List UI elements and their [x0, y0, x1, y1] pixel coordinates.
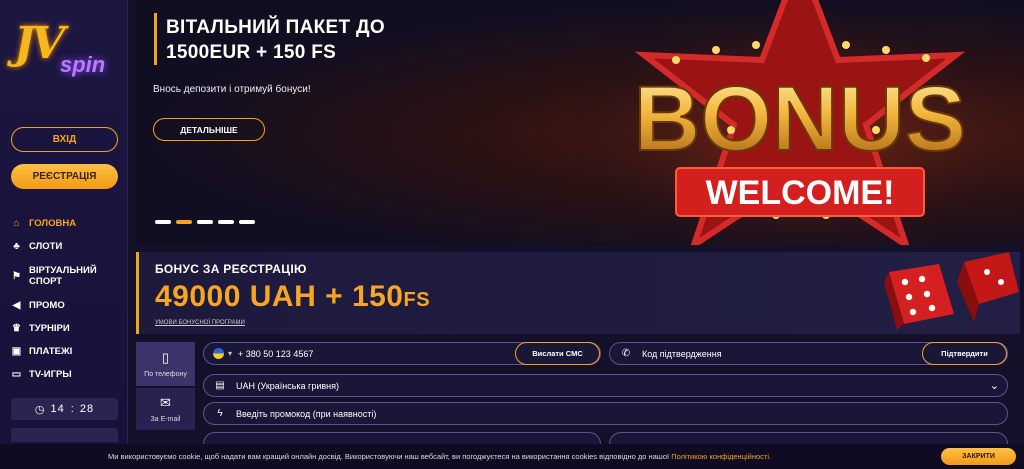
extra-field-right[interactable]: [609, 432, 1008, 444]
sidebar-item-tournaments[interactable]: ♛ ТУРНІРИ: [10, 317, 126, 340]
sidebar-item-promo[interactable]: ◀ ПРОМО: [10, 294, 126, 317]
currency-select[interactable]: ▤ UAH (Українська гривня) ⌄: [203, 374, 1008, 397]
reg-bonus-amount-value: 49000 UAH + 150: [155, 280, 404, 313]
megaphone-icon: ◀: [12, 300, 21, 311]
clock-minutes: 28: [79, 403, 95, 415]
wallet-icon: ▣: [11, 346, 22, 357]
trophy-icon: ♛: [12, 323, 21, 334]
confirmation-code-field[interactable]: ✆ Код підтвердження Підтвердити: [609, 342, 1008, 365]
slider-dot[interactable]: [239, 220, 255, 224]
bonus-terms-link[interactable]: УМОВИ БОНУСНОЇ ПРОГРАМИ: [155, 320, 245, 326]
banner-accent-bar: [154, 13, 157, 65]
extra-field-left[interactable]: [203, 432, 601, 444]
banner-title-line1: ВІТАЛЬНИЙ ПАКЕТ ДО: [166, 17, 385, 38]
sidebar-item-slots[interactable]: ♣ СЛОТИ: [10, 235, 126, 258]
tab-by-email[interactable]: ✉ За E-mail: [136, 388, 195, 430]
sidebar-item-label: ГОЛОВНА: [29, 218, 77, 229]
sidebar-bottom-panel: [11, 428, 118, 442]
slider-dot[interactable]: [197, 220, 213, 224]
tab-by-phone[interactable]: ▯ По телефону: [136, 342, 195, 386]
cookie-message: Ми використовуємо cookie, щоб надати вам…: [108, 452, 670, 461]
slider-dot[interactable]: [155, 220, 171, 224]
logo-sub: spin: [60, 52, 106, 77]
sidebar-item-label: TV-ИГРЫ: [29, 369, 72, 380]
tab-label: За E-mail: [150, 416, 181, 423]
currency-value: UAH (Українська гривня): [236, 380, 339, 391]
reg-bonus-amount-suffix: FS: [403, 289, 431, 311]
page: JV spin ВХІД РЕЄСТРАЦІЯ ⌂ ГОЛОВНА ♣ СЛОТ…: [0, 0, 1024, 469]
sport-icon: ⚑: [12, 270, 21, 282]
sidebar: JV spin ВХІД РЕЄСТРАЦІЯ ⌂ ГОЛОВНА ♣ СЛОТ…: [0, 0, 128, 469]
sidebar-item-label: ВІРТУАЛЬНИЙ СПОРТ: [29, 265, 97, 287]
sidebar-item-payments[interactable]: ▣ ПЛАТЕЖІ: [10, 340, 126, 363]
sidebar-nav: ⌂ ГОЛОВНА ♣ СЛОТИ ⚑ ВІРТУАЛЬНИЙ СПОРТ ◀ …: [10, 212, 126, 386]
bonus-word: BONUS: [634, 68, 966, 170]
promo-input[interactable]: Введіть промокод (при наявності): [236, 409, 376, 419]
sidebar-item-virtual-sport[interactable]: ⚑ ВІРТУАЛЬНИЙ СПОРТ: [10, 258, 126, 294]
phone-icon: ▯: [161, 350, 170, 365]
sidebar-item-tv-games[interactable]: ▭ TV-ИГРЫ: [10, 363, 126, 386]
send-sms-button[interactable]: Вислати СМС: [515, 342, 600, 365]
clock: ◷ 14 : 28: [11, 398, 118, 420]
clock-separator: :: [70, 403, 74, 415]
reg-bonus-amount: 49000 UAH + 150FS: [155, 280, 430, 314]
mail-icon: ✉: [160, 395, 171, 410]
slider-dots: [155, 220, 255, 224]
banner-title-line2: 1500EUR + 150 FS: [166, 42, 337, 63]
phone-handset-icon: ✆: [621, 348, 631, 359]
promo-code-field[interactable]: ϟ Введіть промокод (при наявності): [203, 402, 1008, 425]
sidebar-item-home[interactable]: ⌂ ГОЛОВНА: [10, 212, 126, 235]
hero-banner[interactable]: ВІТАЛЬНИЙ ПАКЕТ ДО 1500EUR + 150 FS Внос…: [136, 0, 1024, 245]
chevron-down-icon[interactable]: ▾: [228, 349, 232, 358]
welcome-word: WELCOME!: [706, 174, 895, 212]
code-input[interactable]: Код підтвердження: [642, 349, 722, 359]
privacy-policy-link[interactable]: Політикою конфіденційності.: [671, 452, 771, 461]
close-cookie-button[interactable]: ЗАКРИТИ: [941, 448, 1016, 465]
ukraine-flag-icon: [213, 348, 224, 359]
registration-method-tabs: ▯ По телефону ✉ За E-mail: [136, 342, 195, 432]
tv-icon: ▭: [11, 369, 22, 380]
clock-icon: ◷: [34, 403, 45, 416]
money-icon: ▤: [215, 380, 225, 391]
slider-dot[interactable]: [218, 220, 234, 224]
slider-dot-active[interactable]: [176, 220, 192, 224]
sidebar-item-label: ПЛАТЕЖІ: [29, 346, 73, 357]
sidebar-item-label: СЛОТИ: [29, 241, 63, 252]
home-icon: ⌂: [13, 218, 20, 229]
phone-field[interactable]: ▾ + 380 50 123 4567 Вислати СМС: [203, 342, 601, 365]
confirm-button[interactable]: Підтвердити: [922, 342, 1007, 365]
lightning-icon: ϟ: [217, 408, 223, 419]
dice-icon: [884, 252, 1019, 330]
sidebar-item-label: ТУРНІРИ: [29, 323, 70, 334]
chevron-down-icon: ⌄: [989, 380, 999, 392]
logo-main: JV: [14, 18, 65, 69]
banner-title: ВІТАЛЬНИЙ ПАКЕТ ДО 1500EUR + 150 FS: [166, 15, 385, 65]
banner-subtitle: Внось депозити і отримуй бонуси!: [153, 84, 311, 95]
registration-bonus-panel: БОНУС ЗА РЕЄСТРАЦІЮ 49000 UAH + 150FS УМ…: [136, 252, 1020, 334]
register-button[interactable]: РЕЄСТРАЦІЯ: [11, 164, 118, 189]
details-button[interactable]: ДЕТАЛЬНІШЕ: [153, 118, 265, 141]
phone-input[interactable]: + 380 50 123 4567: [238, 349, 313, 359]
login-button[interactable]: ВХІД: [11, 127, 118, 152]
cherries-icon: ♣: [13, 241, 20, 252]
sidebar-item-label: ПРОМО: [29, 300, 65, 311]
bonus-welcome-art: BONUS WELCOME!: [576, 0, 1024, 245]
clock-hours: 14: [50, 403, 65, 415]
reg-bonus-label: БОНУС ЗА РЕЄСТРАЦІЮ: [155, 262, 307, 276]
cookie-banner: Ми використовуємо cookie, щоб надати вам…: [0, 444, 1024, 469]
tab-label: По телефону: [144, 371, 187, 378]
cookie-text: Ми використовуємо cookie, щоб надати вам…: [108, 452, 771, 461]
logo[interactable]: JV spin: [10, 12, 115, 82]
